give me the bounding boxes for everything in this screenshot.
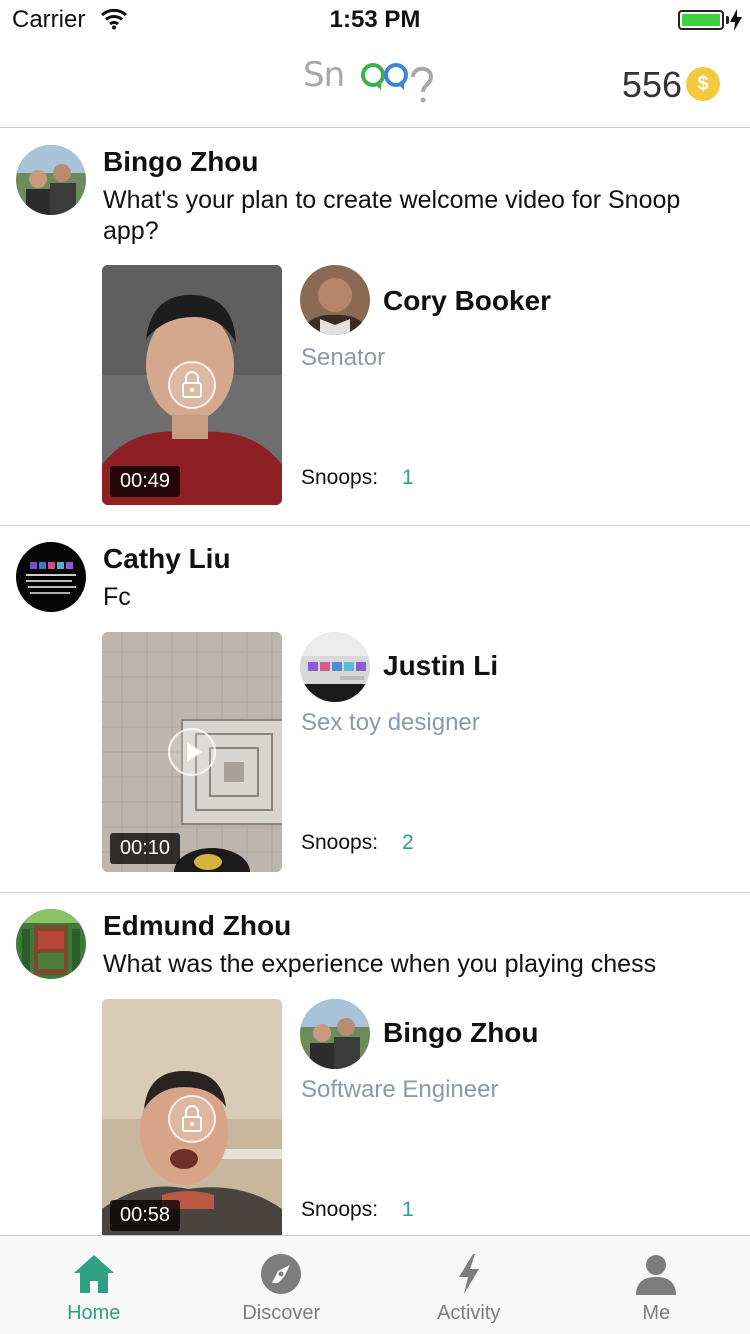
asker-name[interactable]: Cathy Liu bbox=[103, 543, 231, 575]
lock-icon bbox=[168, 1095, 216, 1143]
question-text[interactable]: What's your plan to create welcome video… bbox=[103, 185, 723, 247]
snoops-label: Snoops: bbox=[301, 1198, 379, 1221]
tab-activity[interactable]: Activity bbox=[375, 1236, 563, 1334]
play-icon[interactable] bbox=[168, 728, 216, 776]
tab-label: Home bbox=[67, 1302, 121, 1324]
question-feed[interactable]: Bingo Zhou What's your plan to create we… bbox=[0, 129, 750, 1235]
asker-avatar[interactable] bbox=[16, 145, 86, 215]
answerer-name[interactable]: Bingo Zhou bbox=[383, 1017, 539, 1049]
video-duration: 00:49 bbox=[110, 466, 181, 497]
answerer-name[interactable]: Justin Li bbox=[383, 650, 498, 682]
answerer-avatar[interactable] bbox=[300, 265, 370, 335]
tab-label: Activity bbox=[437, 1302, 501, 1324]
person-icon bbox=[636, 1255, 677, 1295]
battery-icon bbox=[678, 10, 724, 30]
snoops-count: 1 bbox=[402, 466, 414, 489]
tab-label: Discover bbox=[242, 1302, 321, 1324]
tab-bar: Home Discover Activity Me bbox=[0, 1235, 750, 1334]
snoops-count: 1 bbox=[402, 1198, 414, 1221]
answerer-title: Senator bbox=[301, 344, 386, 371]
snoop-logo: Sn bbox=[303, 56, 434, 103]
asker-avatar[interactable] bbox=[16, 909, 86, 979]
home-icon bbox=[73, 1255, 114, 1293]
answer-video[interactable]: 00:49 bbox=[102, 265, 282, 505]
tab-discover[interactable]: Discover bbox=[188, 1236, 376, 1334]
coin-count: 556 bbox=[621, 64, 682, 105]
feed-item[interactable]: Cathy Liu Fc 00:10 Justin Li Sex toy des… bbox=[0, 526, 750, 893]
feed-item[interactable]: Edmund Zhou What was the experience when… bbox=[0, 893, 750, 1235]
lightning-icon bbox=[458, 1254, 479, 1294]
coin-icon[interactable]: $ bbox=[686, 67, 720, 101]
answerer-title: Software Engineer bbox=[301, 1076, 499, 1103]
tab-me[interactable]: Me bbox=[563, 1236, 750, 1334]
asker-name[interactable]: Bingo Zhou bbox=[103, 146, 259, 178]
answer-video[interactable]: 00:58 bbox=[102, 999, 282, 1235]
answerer-avatar[interactable] bbox=[300, 632, 370, 702]
status-bar: Carrier 1:53 PM bbox=[0, 0, 750, 40]
tab-home[interactable]: Home bbox=[0, 1236, 188, 1334]
clock: 1:53 PM bbox=[329, 6, 421, 33]
svg-text:Sn: Sn bbox=[303, 56, 344, 95]
charging-icon bbox=[730, 9, 742, 31]
snoops-label: Snoops: bbox=[301, 831, 379, 854]
video-duration: 00:58 bbox=[110, 1200, 181, 1231]
asker-avatar[interactable] bbox=[16, 542, 86, 612]
asker-name[interactable]: Edmund Zhou bbox=[103, 910, 291, 942]
answer-video[interactable]: 00:10 bbox=[102, 632, 282, 872]
snoops-label: Snoops: bbox=[301, 466, 379, 489]
feed-item[interactable]: Bingo Zhou What's your plan to create we… bbox=[0, 129, 750, 526]
question-text[interactable]: What was the experience when you playing… bbox=[103, 949, 723, 980]
video-duration: 00:10 bbox=[110, 833, 181, 864]
question-text[interactable]: Fc bbox=[103, 582, 723, 613]
app-header: Sn 556 $ bbox=[0, 40, 750, 128]
answerer-avatar[interactable] bbox=[300, 999, 370, 1069]
battery-tip bbox=[726, 16, 729, 24]
snoops-count: 2 bbox=[402, 831, 414, 854]
answerer-name[interactable]: Cory Booker bbox=[383, 285, 551, 317]
tab-label: Me bbox=[642, 1302, 671, 1324]
compass-icon bbox=[261, 1254, 302, 1294]
answerer-title: Sex toy designer bbox=[301, 709, 480, 736]
lock-icon bbox=[168, 361, 216, 409]
